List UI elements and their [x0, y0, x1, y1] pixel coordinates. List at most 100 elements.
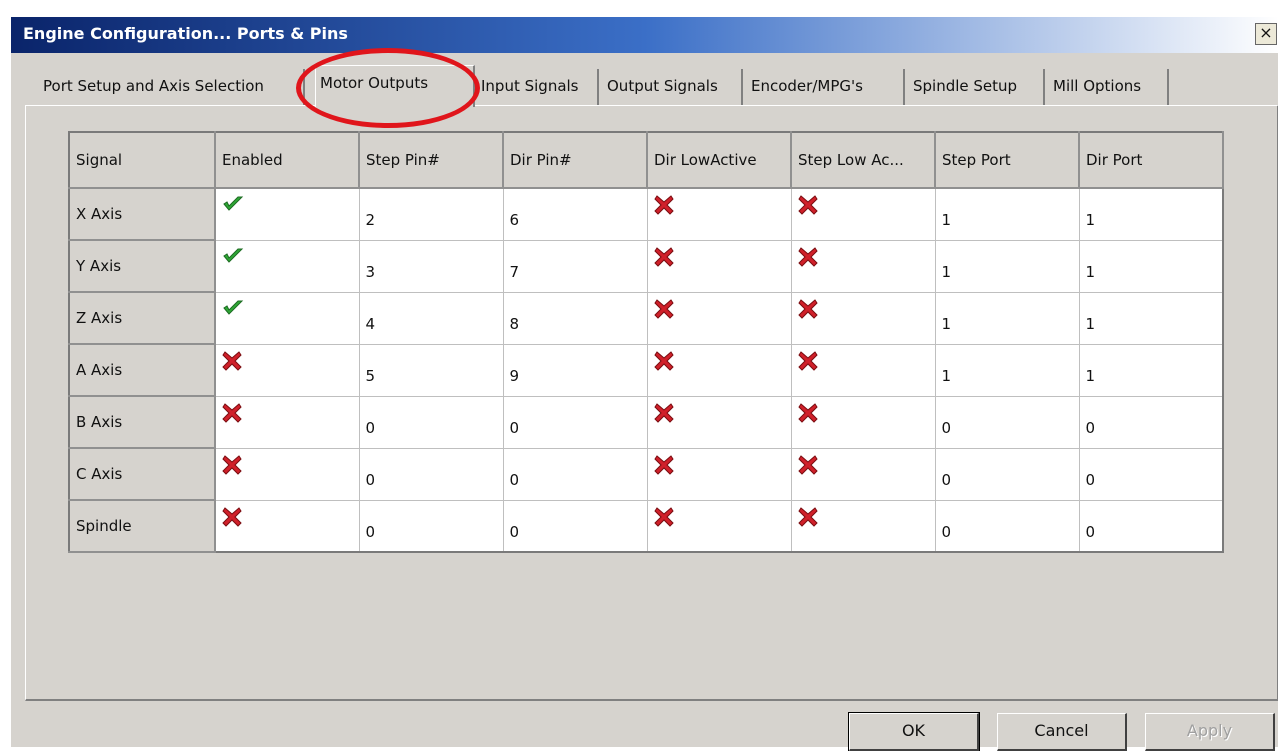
dir-port-cell[interactable]: 1 — [1078, 239, 1224, 293]
signal-cell[interactable]: Z Axis — [68, 291, 216, 345]
tab-port-setup[interactable]: Port Setup and Axis Selection — [39, 69, 305, 105]
dir-port-cell[interactable]: 0 — [1078, 447, 1224, 501]
dir-pin-cell[interactable]: 0 — [502, 499, 648, 553]
table-row[interactable]: Z Axis 4 8 1 1 — [68, 291, 1224, 345]
table-row[interactable]: X Axis 2 6 1 1 — [68, 187, 1224, 241]
dir-low-active-cell[interactable] — [646, 187, 792, 241]
red-x-icon — [797, 195, 929, 215]
dir-port-cell[interactable]: 1 — [1078, 291, 1224, 345]
column-header[interactable]: Dir LowActive — [646, 131, 792, 189]
column-header[interactable]: Dir Pin# — [502, 131, 648, 189]
cancel-button[interactable]: Cancel — [997, 713, 1127, 751]
step-port-cell[interactable]: 0 — [934, 499, 1080, 553]
step-low-active-cell[interactable] — [790, 499, 936, 553]
signal-cell[interactable]: A Axis — [68, 343, 216, 397]
red-x-icon — [797, 402, 929, 423]
dir-low-active-cell[interactable] — [646, 447, 792, 501]
tab-motor-outputs[interactable]: Motor Outputs — [315, 65, 475, 107]
enabled-cell[interactable] — [214, 239, 360, 293]
title-bar[interactable]: Engine Configuration... Ports & Pins × — [11, 17, 1278, 53]
dir-pin-cell[interactable]: 8 — [502, 291, 648, 345]
dir-pin-cell[interactable]: 0 — [502, 447, 648, 501]
step-low-active-cell[interactable] — [790, 447, 936, 501]
step-port-cell[interactable]: 1 — [934, 343, 1080, 397]
dir-low-active-cell[interactable] — [646, 291, 792, 345]
step-low-active-cell[interactable] — [790, 291, 936, 345]
column-header[interactable]: Step Low Ac... — [790, 131, 936, 189]
step-low-active-cell[interactable] — [790, 343, 936, 397]
table-row[interactable]: Spindle 0 0 0 0 — [68, 499, 1224, 553]
step-port-cell[interactable]: 0 — [934, 395, 1080, 449]
table-row[interactable]: Y Axis 3 7 1 1 — [68, 239, 1224, 293]
step-port-cell[interactable]: 1 — [934, 187, 1080, 241]
signal-cell[interactable]: B Axis — [68, 395, 216, 449]
signal-cell[interactable]: X Axis — [68, 187, 216, 241]
grid-header-row: Signal Enabled Step Pin# Dir Pin# Dir Lo… — [68, 131, 1224, 189]
column-header[interactable]: Signal — [68, 131, 216, 189]
step-low-active-cell[interactable] — [790, 187, 936, 241]
enabled-cell[interactable] — [214, 343, 360, 397]
enabled-cell[interactable] — [214, 291, 360, 345]
enabled-cell[interactable] — [214, 499, 360, 553]
apply-button[interactable]: Apply — [1145, 713, 1275, 751]
dir-low-active-cell[interactable] — [646, 343, 792, 397]
dir-port-cell[interactable]: 0 — [1078, 499, 1224, 553]
dir-port-cell[interactable]: 0 — [1078, 395, 1224, 449]
red-x-icon — [653, 195, 785, 215]
column-header[interactable]: Step Port — [934, 131, 1080, 189]
step-low-active-cell[interactable] — [790, 395, 936, 449]
dir-pin-cell[interactable]: 9 — [502, 343, 648, 397]
enabled-cell[interactable] — [214, 447, 360, 501]
tab-encoder-mpg[interactable]: Encoder/MPG's — [747, 69, 905, 105]
table-row[interactable]: C Axis 0 0 0 0 — [68, 447, 1224, 501]
step-pin-cell[interactable]: 2 — [358, 187, 504, 241]
dir-pin-cell[interactable]: 0 — [502, 395, 648, 449]
tab-mill-options[interactable]: Mill Options — [1049, 69, 1169, 105]
tab-spindle-setup[interactable]: Spindle Setup — [909, 69, 1045, 105]
dir-low-active-cell[interactable] — [646, 499, 792, 553]
red-x-icon — [222, 350, 353, 371]
red-x-icon — [653, 246, 785, 267]
table-row[interactable]: B Axis 0 0 0 0 — [68, 395, 1224, 449]
signal-cell[interactable]: Y Axis — [68, 239, 216, 293]
step-port-cell[interactable]: 1 — [934, 239, 1080, 293]
enabled-cell[interactable] — [214, 187, 360, 241]
tab-input-signals[interactable]: Input Signals — [477, 69, 599, 105]
red-x-icon — [653, 350, 785, 371]
dir-pin-cell[interactable]: 7 — [502, 239, 648, 293]
signal-cell[interactable]: C Axis — [68, 447, 216, 501]
red-x-icon — [653, 454, 785, 475]
step-pin-cell[interactable]: 4 — [358, 291, 504, 345]
step-pin-cell[interactable]: 0 — [358, 499, 504, 553]
dir-low-active-cell[interactable] — [646, 239, 792, 293]
table-row[interactable]: A Axis 5 9 1 1 — [68, 343, 1224, 397]
green-check-icon — [222, 247, 353, 265]
tab-output-signals[interactable]: Output Signals — [603, 69, 743, 105]
close-button[interactable]: × — [1255, 23, 1277, 45]
red-x-icon — [653, 298, 785, 319]
green-check-icon — [222, 195, 353, 213]
step-pin-cell[interactable]: 0 — [358, 395, 504, 449]
step-pin-cell[interactable]: 0 — [358, 447, 504, 501]
motor-outputs-grid: Signal Enabled Step Pin# Dir Pin# Dir Lo… — [68, 131, 1224, 553]
dir-port-cell[interactable]: 1 — [1078, 343, 1224, 397]
red-x-icon — [797, 506, 929, 527]
dir-pin-cell[interactable]: 6 — [502, 187, 648, 241]
step-port-cell[interactable]: 1 — [934, 291, 1080, 345]
step-pin-cell[interactable]: 5 — [358, 343, 504, 397]
column-header[interactable]: Dir Port — [1078, 131, 1224, 189]
ok-button[interactable]: OK — [848, 712, 980, 751]
column-header[interactable]: Enabled — [214, 131, 360, 189]
signal-cell[interactable]: Spindle — [68, 499, 216, 553]
dir-port-cell[interactable]: 1 — [1078, 187, 1224, 241]
grid-body: X Axis 2 6 1 1 Y Axis 3 7 1 1 Z Axis 4 8 1 1 A Axis 5 9 1 1… — [68, 187, 1224, 553]
enabled-cell[interactable] — [214, 395, 360, 449]
dir-low-active-cell[interactable] — [646, 395, 792, 449]
red-x-icon — [797, 246, 929, 267]
step-low-active-cell[interactable] — [790, 239, 936, 293]
step-port-cell[interactable]: 0 — [934, 447, 1080, 501]
column-header[interactable]: Step Pin# — [358, 131, 504, 189]
step-pin-cell[interactable]: 3 — [358, 239, 504, 293]
red-x-icon — [222, 506, 353, 527]
red-x-icon — [222, 402, 353, 423]
